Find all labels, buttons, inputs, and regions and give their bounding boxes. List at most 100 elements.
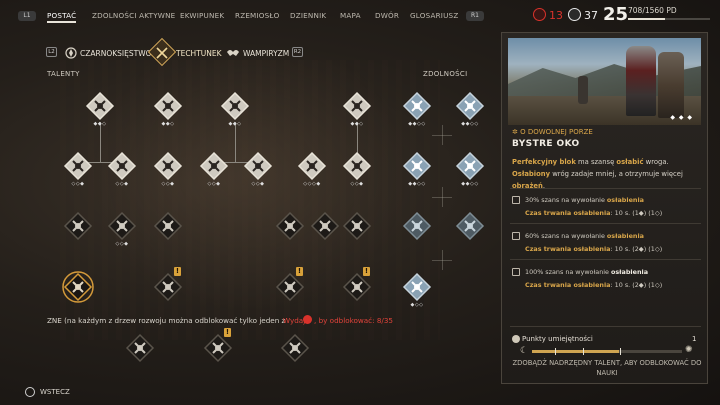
chance-keyword: osłabienia (610, 268, 649, 276)
level-3-chance: 100% szans na wywołanie osłabienia (525, 268, 648, 276)
divider (510, 326, 701, 327)
locked-talent-node[interactable]: ! (274, 267, 306, 303)
sprint-icon (454, 150, 486, 182)
l1-key-hint: L1 (18, 11, 36, 21)
rune-ring-icon (454, 210, 486, 242)
rune-circle-icon (401, 210, 433, 242)
duration-rest: ) (1 (643, 245, 655, 253)
level-3-icon (512, 268, 520, 276)
tree-connector (235, 122, 236, 162)
wolf-talent-node[interactable]: ◇◇◆ (62, 150, 94, 187)
eye-strike-ability-node[interactable]: ◆◇◇ (401, 271, 433, 308)
blood-resource-icon (533, 8, 546, 21)
l2-key-hint: L2 (46, 47, 57, 57)
rune-circle-ability-node[interactable] (401, 210, 433, 242)
sword-slash-icon (152, 90, 184, 122)
level-2-duration: Czas trwania osłabienia: 10 s. (2◆) (1◇) (525, 245, 662, 253)
desc-text: wroga. (643, 158, 669, 166)
fist-icon (341, 90, 373, 122)
tab-mapa[interactable]: MAPA (340, 11, 361, 23)
duration-value: : 10 s. (1 (610, 209, 639, 217)
talent-pips: ◇◇◆ (71, 181, 85, 187)
moon-icon: ☾ (520, 346, 529, 356)
tab-czarnoksiestwo[interactable]: CZARNOKSIĘSTWO (80, 49, 152, 58)
duration-rest: ) (1 (643, 281, 655, 289)
talent-pips: ◆◆◇ (228, 121, 242, 127)
eye-strike-icon (62, 271, 94, 303)
talents-section-label: TALENTY (47, 70, 80, 78)
divider (510, 223, 701, 224)
locked-talent-node[interactable] (62, 210, 94, 242)
locked-talent-node[interactable] (279, 332, 311, 364)
locked-talent-node[interactable] (274, 210, 306, 242)
tab-zdolnosci-aktywne[interactable]: ZDOLNOŚCI AKTYWNE (92, 11, 175, 23)
talent-pips: ◇◇◆ (161, 181, 175, 187)
image-page-dots: ◆ ◆ ◆ (670, 114, 693, 121)
unlock-requirement-note: ZDOBĄDŹ NADRZĘDNY TALENT, ABY ODBLOKOWAĆ… (512, 359, 702, 377)
skill-preview-image: ◆ ◆ ◆ (508, 38, 701, 125)
grapple-icon (341, 150, 373, 182)
blood-resource-icon (303, 315, 312, 324)
locked-talent-icon (309, 210, 341, 242)
locked-talent-node[interactable] (341, 210, 373, 242)
selected-talent-node[interactable] (62, 271, 94, 303)
tab-ekwipunek[interactable]: EKWIPUNEK (180, 11, 224, 23)
ability-pips: ◆◆◇◇ (461, 181, 479, 187)
ability-pips: ◆◆◇◇ (461, 121, 479, 127)
talent-pips: ◆◆◇ (350, 121, 364, 127)
tab-glosariusz[interactable]: GLOSARIUSZ (410, 11, 458, 23)
locked-talent-node[interactable] (152, 210, 184, 242)
skill-points-label: Punkty umiejętności (522, 335, 593, 343)
locked-talent-icon (274, 210, 306, 242)
swirl-strike-ability-node[interactable]: ◆◆◇◇ (454, 90, 486, 127)
locked-talent-node[interactable] (309, 210, 341, 242)
grapple-talent-node[interactable]: ◇◇◆ (341, 150, 373, 187)
spend-warning-label: Wydaj (283, 316, 306, 325)
dagger-hand-talent-node[interactable]: ◇◇◆ (152, 150, 184, 187)
rune-ring-ability-node[interactable] (454, 210, 486, 242)
horse-talent-node[interactable]: ◇◇◆ (242, 150, 274, 187)
skill-points-value: 1 (692, 335, 697, 343)
tab-rzemioslo[interactable]: RZEMIOSŁO (235, 11, 280, 23)
locked-talent-node[interactable]: ! (341, 267, 373, 303)
abilities-section-label: ZDOLNOŚCI (423, 70, 468, 78)
character-level: 25 (603, 4, 629, 25)
level-2-chance: 60% szans na wywołanie osłabienia (525, 232, 644, 240)
sword-slash-talent-node[interactable]: ◆◆◇ (152, 90, 184, 127)
shield-bash-ability-node[interactable]: ◆◆◇◇ (401, 90, 433, 127)
chance-keyword: osłabienia (606, 232, 644, 240)
fist-talent-node[interactable]: ◆◆◇ (341, 90, 373, 127)
spin-attack-talent-node[interactable]: ◇◇◆ (198, 150, 230, 187)
duration-label: Czas trwania osłabienia (525, 281, 611, 289)
locked-talent-node[interactable]: ! (202, 328, 234, 364)
level-1-icon (512, 196, 520, 204)
blades-cross-talent-node[interactable]: ◇◇◆ (106, 150, 138, 187)
tab-wampiryzm[interactable]: WAMPIRYZM (243, 49, 289, 58)
chance-text: 30% szans na wywołanie (525, 196, 607, 204)
level-1-chance: 30% szans na wywołanie osłabienia (525, 196, 644, 204)
locked-talent-node[interactable]: ! (152, 267, 184, 303)
tab-techtunek[interactable]: TECHTUNEK (176, 49, 222, 58)
desc-text: ma szansę (575, 158, 617, 166)
skill-points-fill (532, 350, 619, 353)
tab-postac[interactable]: POSTAĆ (47, 11, 77, 23)
beast-talent-node[interactable]: ◇◇◆ (106, 210, 138, 247)
skill-resource-icon (568, 8, 581, 21)
chance-keyword: osłabienia (606, 196, 644, 204)
muscle-arm-talent-node[interactable]: ◆◆◇ (219, 90, 251, 127)
tab-dziennik[interactable]: DZIENNIK (290, 11, 326, 23)
dash-ability-node[interactable]: ◆◆◇◇ (401, 150, 433, 187)
ability-pips: ◆◆◇◇ (408, 181, 426, 187)
duration-close: ) (659, 245, 663, 253)
back-button-icon[interactable] (25, 387, 35, 397)
explosion-talent-node[interactable]: ◇◇◇◆ (296, 150, 328, 187)
r2-key-hint: R2 (292, 47, 303, 57)
back-button-label[interactable]: WSTECZ (40, 388, 70, 396)
tab-dwor[interactable]: DWÓR (375, 11, 399, 23)
talent-pips: ◇◇◇◆ (303, 181, 321, 187)
duration-value: : 10 s. (2 (610, 281, 639, 289)
locked-talent-node[interactable] (124, 332, 156, 364)
sprint-ability-node[interactable]: ◆◆◇◇ (454, 150, 486, 187)
duration-close: ) (659, 281, 663, 289)
shield-burst-talent-node[interactable]: ◆◆◇ (84, 90, 116, 127)
